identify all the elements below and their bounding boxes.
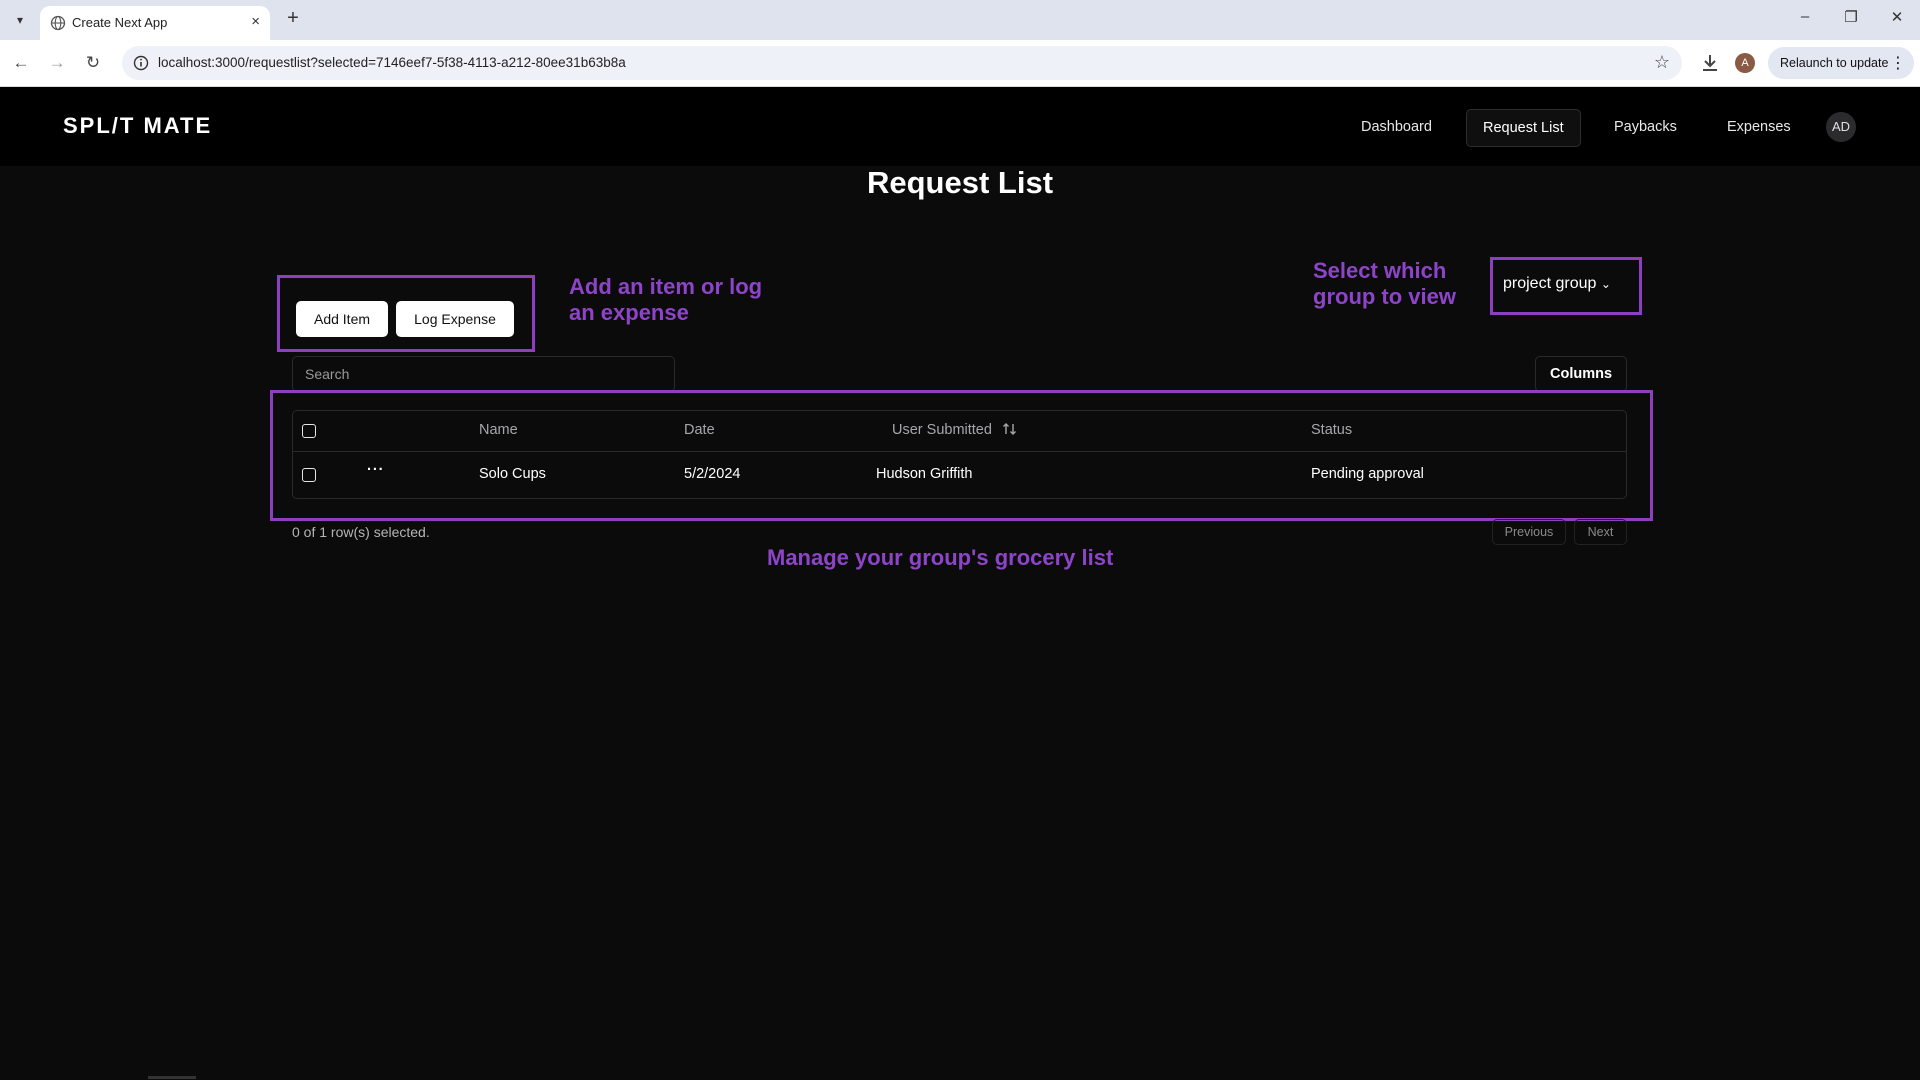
- group-annotation-line1: Select which: [1313, 258, 1447, 283]
- table-divider: [293, 451, 1626, 452]
- close-window-icon[interactable]: ✕: [1882, 8, 1912, 26]
- download-icon[interactable]: [1698, 51, 1722, 75]
- sort-arrows-icon[interactable]: [1002, 422, 1018, 436]
- actions-annotation-line2: an expense: [569, 300, 689, 325]
- relaunch-button[interactable]: Relaunch to update ⋮: [1768, 47, 1914, 79]
- site-info-icon[interactable]: [132, 54, 150, 72]
- row-select-checkbox[interactable]: [302, 468, 316, 482]
- column-header-date[interactable]: Date: [684, 422, 715, 438]
- user-submitted-label: User Submitted: [892, 422, 992, 438]
- row-actions-ellipsis-icon[interactable]: ···: [367, 462, 385, 478]
- search-input[interactable]: [292, 356, 675, 392]
- address-bar[interactable]: localhost:3000/requestlist?selected=7146…: [122, 46, 1682, 80]
- row-date: 5/2/2024: [684, 466, 741, 482]
- group-select-value: project group: [1503, 275, 1597, 292]
- request-table: Name Date User Submitted Status ··· Solo…: [292, 410, 1627, 499]
- relaunch-label: Relaunch to update: [1780, 56, 1889, 70]
- browser-tab-bar: ▾ Create Next App × + – ❐ ✕: [0, 0, 1920, 40]
- url-text: localhost:3000/requestlist?selected=7146…: [158, 55, 626, 70]
- tab-search-chevron-icon[interactable]: ▾: [8, 8, 32, 32]
- minimize-icon[interactable]: –: [1790, 8, 1820, 25]
- back-arrow-icon[interactable]: ←: [8, 50, 34, 76]
- chevron-down-icon: ⌄: [1600, 277, 1611, 291]
- column-header-name[interactable]: Name: [479, 422, 518, 438]
- group-select[interactable]: project group ⌄: [1503, 275, 1611, 293]
- user-avatar[interactable]: AD: [1826, 112, 1856, 142]
- table-annotation: Manage your group's grocery list: [767, 545, 1114, 570]
- column-header-user-submitted[interactable]: User Submitted: [892, 422, 1018, 438]
- app-header: SPL/T MATE Dashboard Request List Paybac…: [0, 87, 1920, 166]
- nav-paybacks[interactable]: Paybacks: [1598, 109, 1693, 145]
- column-header-status: Status: [1311, 422, 1353, 438]
- more-menu-icon[interactable]: ⋮: [1890, 53, 1906, 73]
- browser-profile-avatar[interactable]: A: [1735, 53, 1755, 73]
- globe-icon: [50, 15, 66, 31]
- forward-arrow-icon[interactable]: →: [44, 50, 70, 76]
- row-user-submitted: Hudson Griffith: [876, 466, 973, 482]
- new-tab-icon[interactable]: +: [280, 7, 306, 30]
- app-logo[interactable]: SPL/T MATE: [63, 113, 212, 139]
- reload-icon[interactable]: ↻: [80, 50, 106, 76]
- row-name: Solo Cups: [479, 466, 546, 482]
- tab-title: Create Next App: [72, 15, 168, 30]
- close-tab-icon[interactable]: ×: [251, 13, 260, 30]
- next-button[interactable]: Next: [1574, 519, 1627, 545]
- group-annotation-line2: group to view: [1313, 284, 1456, 309]
- page-title: Request List: [866, 165, 1054, 200]
- nav-dashboard[interactable]: Dashboard: [1345, 109, 1448, 145]
- scroll-indicator: [148, 1076, 196, 1079]
- row-status: Pending approval: [1311, 466, 1424, 482]
- browser-tab[interactable]: Create Next App ×: [40, 6, 270, 40]
- browser-toolbar: ← → ↻ localhost:3000/requestlist?selecte…: [0, 40, 1920, 87]
- add-item-button[interactable]: Add Item: [296, 301, 388, 337]
- restore-icon[interactable]: ❐: [1836, 8, 1866, 26]
- bookmark-star-icon[interactable]: ☆: [1654, 52, 1670, 73]
- nav-expenses[interactable]: Expenses: [1711, 109, 1807, 145]
- select-all-checkbox[interactable]: [302, 424, 316, 438]
- actions-annotation-line1: Add an item or log: [569, 274, 763, 299]
- previous-button[interactable]: Previous: [1492, 519, 1566, 545]
- log-expense-button[interactable]: Log Expense: [396, 301, 514, 337]
- columns-button[interactable]: Columns: [1535, 356, 1627, 392]
- selection-count: 0 of 1 row(s) selected.: [292, 524, 430, 540]
- nav-request-list[interactable]: Request List: [1466, 109, 1581, 147]
- actions-annotation: Add an item or log an expense: [569, 274, 762, 326]
- group-annotation: Select which group to view: [1313, 258, 1456, 310]
